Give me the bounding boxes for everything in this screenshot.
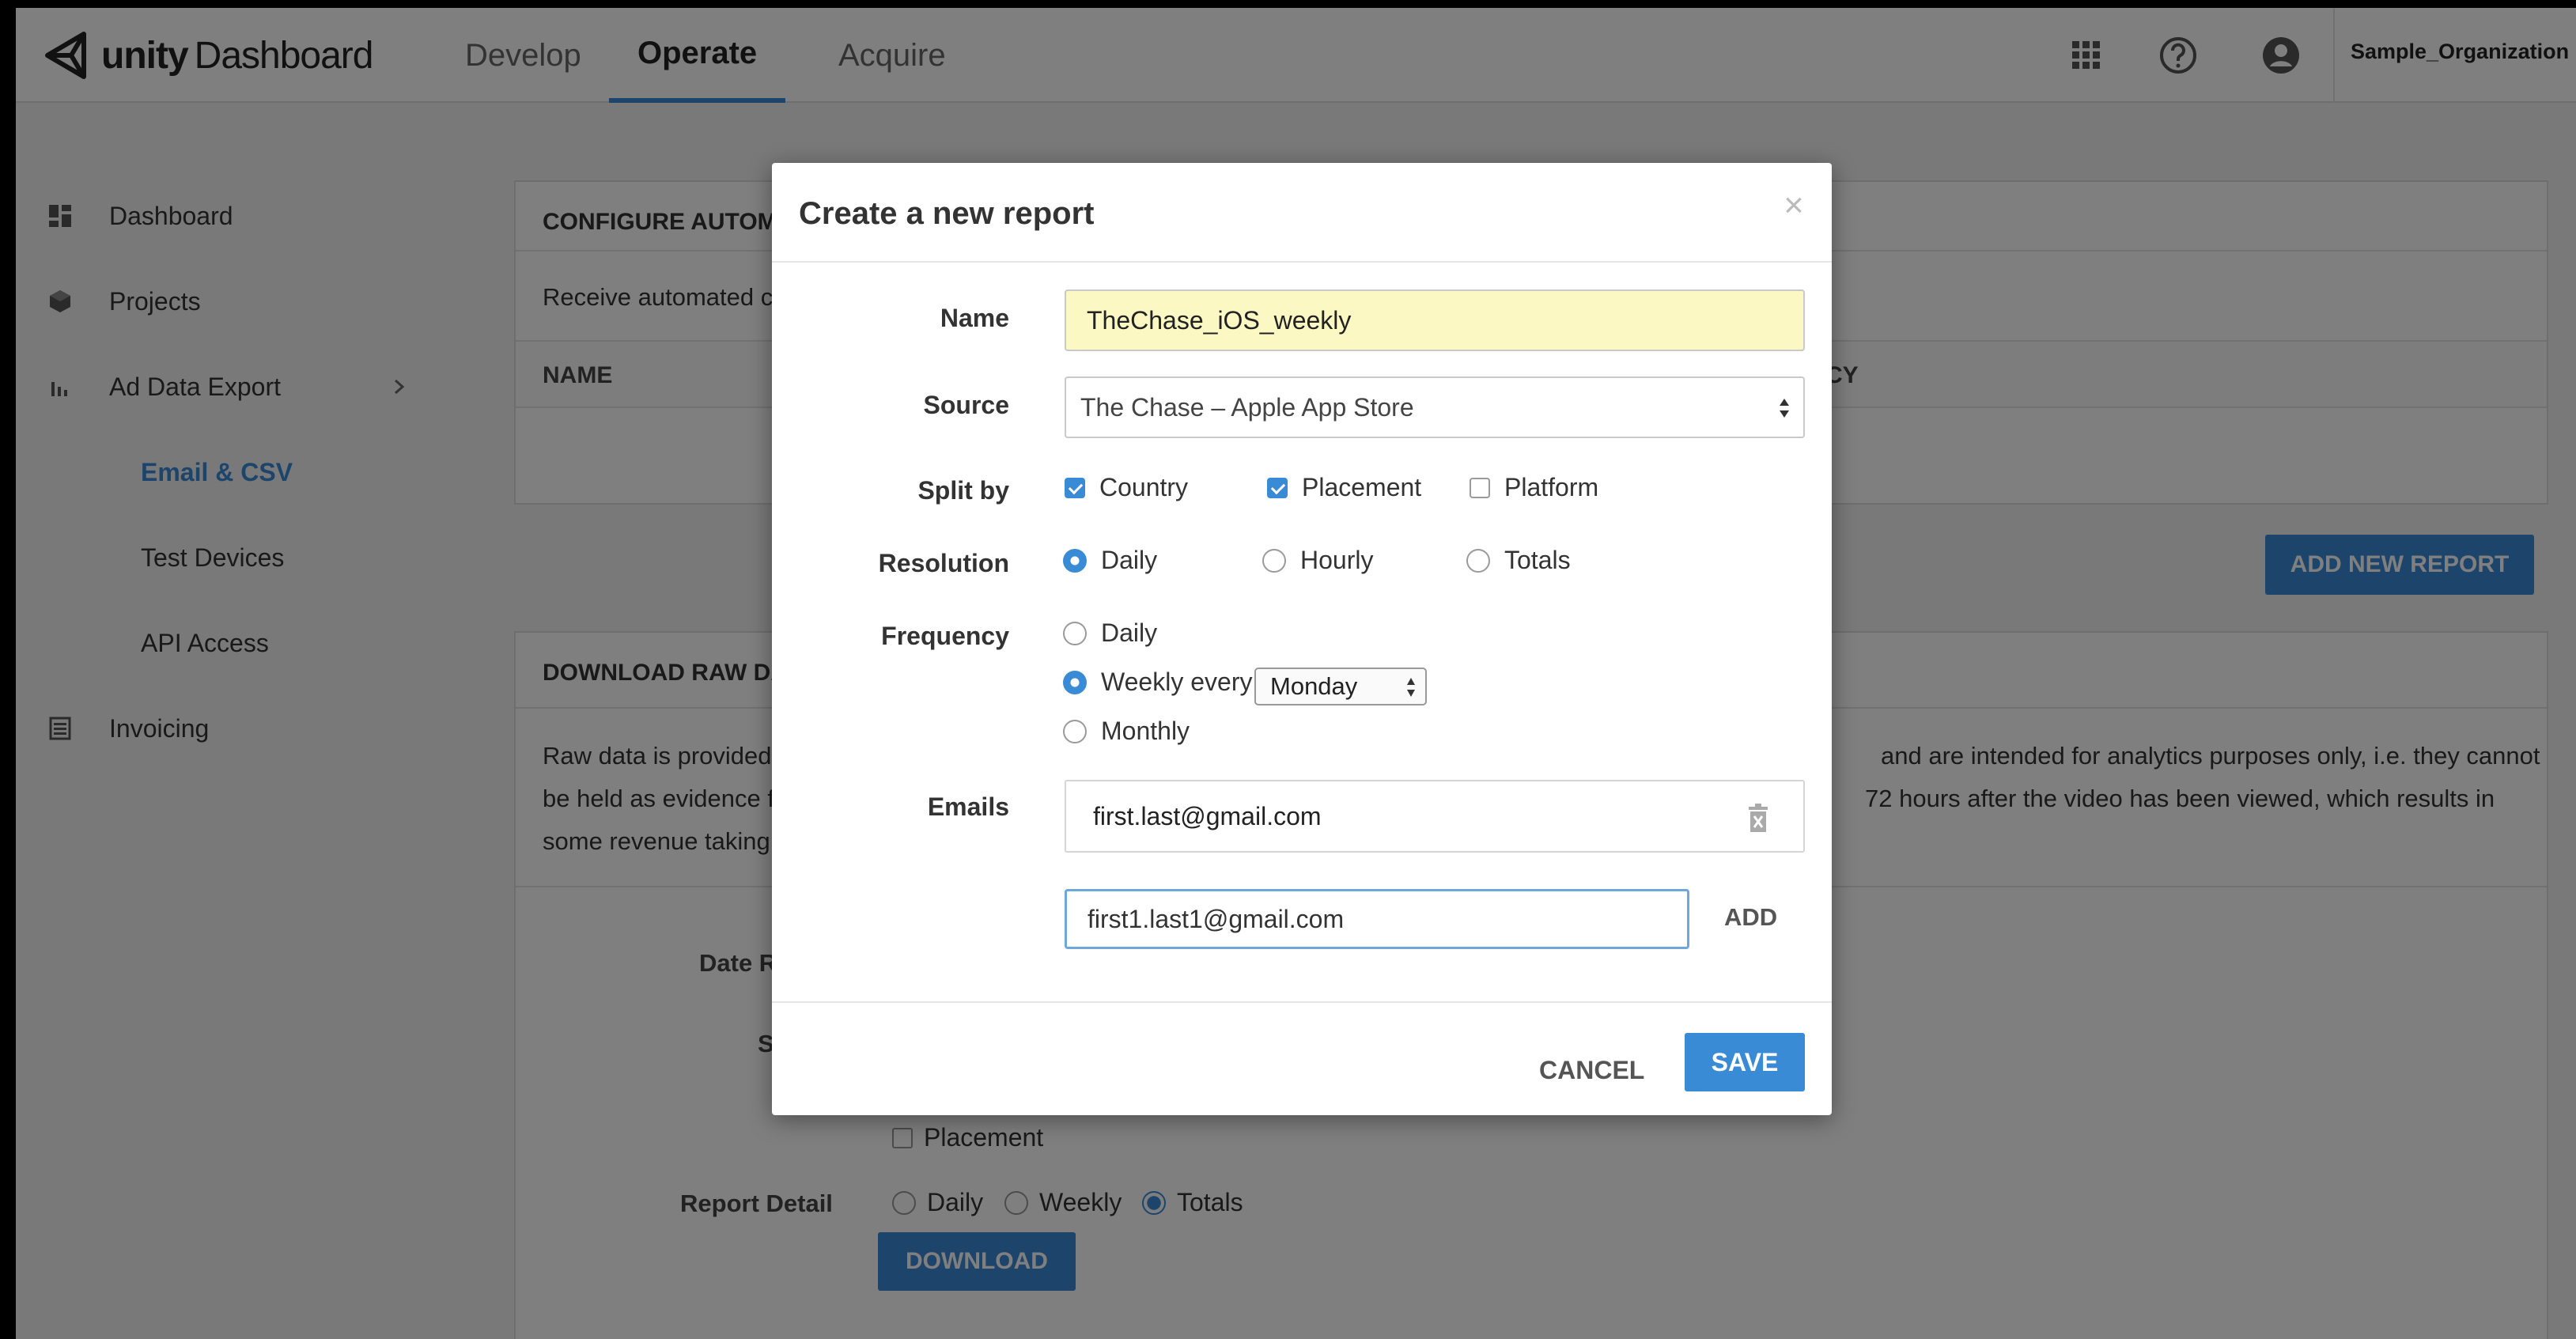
checkbox-box — [1267, 477, 1288, 498]
close-icon[interactable]: × — [1778, 188, 1810, 223]
option-label: Placement — [1302, 473, 1422, 501]
option-label: Platform — [1504, 473, 1599, 501]
emails-label: Emails — [927, 792, 1009, 821]
modal-header: Create a new report × — [772, 163, 1832, 263]
option-label: Hourly — [1300, 546, 1374, 574]
save-button[interactable]: SAVE — [1685, 1033, 1805, 1091]
resolution-daily-radio[interactable]: Daily — [1063, 546, 1157, 575]
frequency-daily-radio[interactable]: Daily — [1063, 618, 1157, 648]
option-label: Weekly every — [1101, 668, 1253, 696]
resolution-totals-radio[interactable]: Totals — [1466, 546, 1571, 575]
split-by-label: Split by — [917, 476, 1009, 505]
frequency-monthly-radio[interactable]: Monthly — [1063, 717, 1190, 746]
split-country-checkbox[interactable]: Country — [1065, 473, 1188, 502]
modal-footer-divider — [772, 1001, 1832, 1003]
cancel-button[interactable]: CANCEL — [1539, 1041, 1644, 1099]
source-select[interactable]: The Chase – Apple App Store — [1065, 376, 1805, 438]
radio-circle — [1262, 548, 1286, 573]
option-label: Daily — [1101, 546, 1158, 574]
radio-circle — [1063, 670, 1087, 694]
source-selected-value: The Chase – Apple App Store — [1080, 392, 1414, 422]
resolution-label: Resolution — [878, 549, 1009, 577]
name-label: Name — [940, 304, 1009, 332]
checkbox-box — [1065, 477, 1085, 498]
checkbox-box — [1470, 477, 1490, 498]
split-placement-checkbox[interactable]: Placement — [1267, 473, 1421, 502]
report-name-input[interactable]: TheChase_iOS_weekly — [1065, 289, 1805, 351]
weekday-selected-value: Monday — [1270, 672, 1358, 700]
new-email-input[interactable]: first1.last1@gmail.com — [1065, 889, 1689, 949]
resolution-hourly-radio[interactable]: Hourly — [1262, 546, 1373, 575]
create-report-modal: Create a new report × Name TheChase_iOS_… — [772, 163, 1832, 1115]
option-label: Daily — [1101, 618, 1158, 647]
email-address: first.last@gmail.com — [1093, 802, 1322, 830]
email-list-item: first.last@gmail.com — [1065, 780, 1805, 853]
radio-circle — [1063, 621, 1087, 645]
weekday-select[interactable]: Monday — [1254, 668, 1427, 705]
frequency-weekly-radio[interactable]: Weekly every — [1063, 668, 1252, 697]
option-label: Monthly — [1101, 717, 1190, 745]
radio-circle — [1063, 719, 1087, 743]
source-label: Source — [923, 391, 1009, 419]
radio-circle — [1063, 548, 1087, 573]
frequency-label: Frequency — [881, 622, 1009, 650]
trash-icon[interactable] — [1745, 802, 1772, 834]
select-arrows-icon — [1780, 399, 1789, 418]
option-label: Country — [1099, 473, 1189, 501]
modal-title: Create a new report — [799, 196, 1095, 231]
add-email-button[interactable]: ADD — [1724, 903, 1777, 932]
option-label: Totals — [1504, 546, 1571, 574]
split-platform-checkbox[interactable]: Platform — [1470, 473, 1598, 502]
select-arrows-icon — [1407, 678, 1415, 697]
radio-circle — [1466, 548, 1490, 573]
